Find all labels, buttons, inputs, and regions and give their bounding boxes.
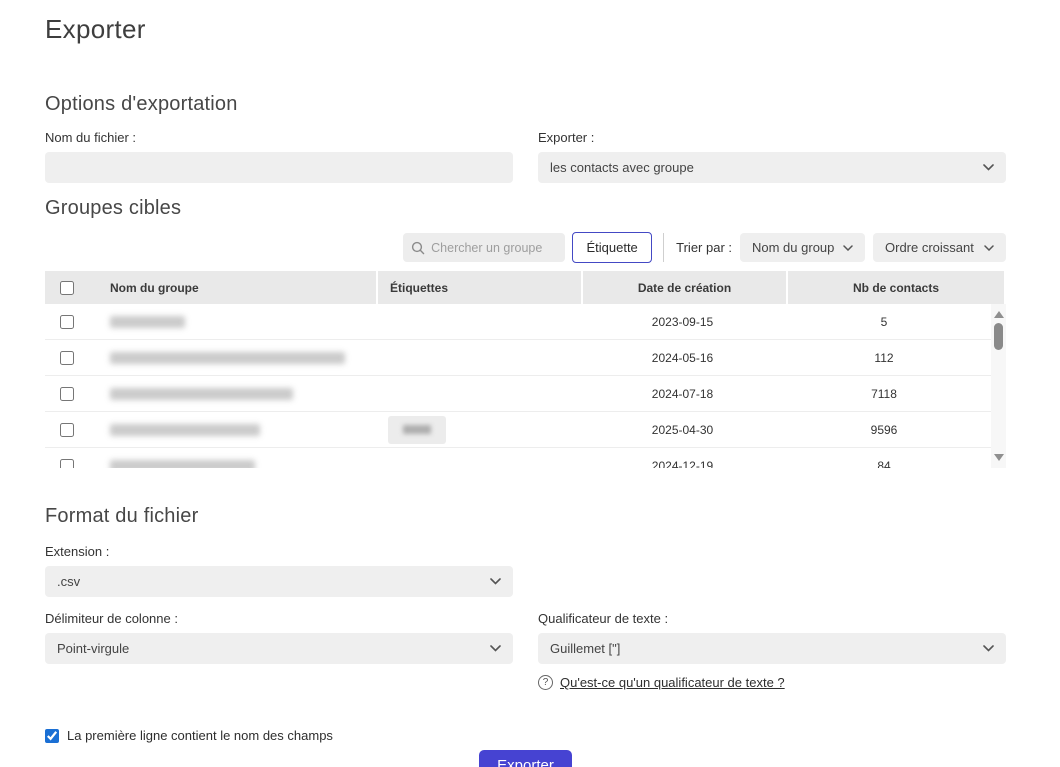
chevron-down-icon (983, 164, 994, 171)
select-all-checkbox[interactable] (60, 281, 74, 295)
chevron-down-icon (490, 645, 501, 652)
groups-toolbar: Étiquette Trier par : Nom du groupe Ordr… (45, 232, 1006, 263)
group-name-cell (45, 459, 376, 469)
row-checkbox[interactable] (60, 351, 74, 365)
extension-value: .csv (57, 574, 80, 589)
format-section-heading: Format du fichier (45, 505, 1006, 528)
group-name-redacted (110, 424, 260, 436)
contact-count-cell: 112 (784, 351, 984, 365)
groups-table: Nom du groupe Étiquettes Date de créatio… (45, 271, 1006, 468)
scrollbar-thumb[interactable] (994, 323, 1003, 350)
extension-select[interactable]: .csv (45, 566, 513, 597)
row-checkbox[interactable] (60, 423, 74, 437)
first-line-checkbox[interactable] (45, 729, 59, 743)
creation-date-cell: 2024-05-16 (581, 351, 784, 365)
options-fields-row: Nom du fichier : Exporter : les contacts… (45, 116, 1006, 183)
delimiter-value: Point-virgule (57, 641, 129, 656)
contact-count-cell: 7118 (784, 387, 984, 401)
export-target-select[interactable]: les contacts avec groupe (538, 152, 1006, 183)
scroll-down-icon[interactable] (994, 454, 1004, 461)
group-name-cell (45, 423, 376, 437)
group-name-cell (45, 387, 376, 401)
chevron-down-icon (983, 645, 994, 652)
export-target-value: les contacts avec groupe (550, 160, 694, 175)
export-button[interactable]: Exporter (479, 750, 572, 767)
group-search-box[interactable] (403, 233, 565, 262)
row-checkbox[interactable] (60, 387, 74, 401)
groups-table-header: Nom du groupe Étiquettes Date de créatio… (45, 271, 1006, 304)
qualifier-label: Qualificateur de texte : (538, 611, 1006, 626)
sort-field-select[interactable]: Nom du groupe (740, 233, 865, 262)
header-creation-date: Date de création (583, 271, 786, 304)
help-icon: ? (538, 675, 553, 690)
contact-count-cell: 5 (784, 315, 984, 329)
group-search-input[interactable] (431, 241, 557, 255)
toolbar-divider (663, 233, 664, 262)
tag-filter-button[interactable]: Étiquette (572, 232, 652, 263)
qualifier-value: Guillemet ["] (550, 641, 620, 656)
export-page: Exporter Options d'exportation Nom du fi… (0, 0, 1060, 767)
creation-date-cell: 2025-04-30 (581, 423, 784, 437)
creation-date-cell: 2023-09-15 (581, 315, 784, 329)
sort-order-select[interactable]: Ordre croissant (873, 233, 1006, 262)
table-row[interactable]: 2024-12-19 84 (45, 448, 1006, 468)
tag-chip-redacted (388, 416, 446, 444)
filename-input[interactable] (45, 152, 513, 183)
scroll-up-icon[interactable] (994, 311, 1004, 318)
group-name-redacted (110, 460, 255, 469)
group-name-redacted (110, 352, 345, 364)
table-row[interactable]: 2024-05-16 112 (45, 340, 1006, 376)
group-name-redacted (110, 388, 293, 400)
search-icon (411, 241, 425, 255)
header-contact-count: Nb de contacts (788, 271, 1004, 304)
row-checkbox[interactable] (60, 459, 74, 469)
qualifier-select[interactable]: Guillemet ["] (538, 633, 1006, 664)
table-scrollbar[interactable] (991, 304, 1006, 468)
chevron-down-icon (843, 245, 853, 251)
group-name-cell (45, 351, 376, 365)
qualifier-help-link[interactable]: Qu'est-ce qu'un qualificateur de texte ? (560, 675, 785, 690)
chevron-down-icon (490, 578, 501, 585)
options-section-heading: Options d'exportation (45, 93, 1006, 116)
header-group-name: Nom du groupe (110, 281, 199, 295)
sort-field-value: Nom du groupe (752, 240, 835, 255)
header-tags: Étiquettes (378, 271, 581, 304)
first-line-checkbox-label: La première ligne contient le nom des ch… (67, 728, 333, 743)
table-row[interactable]: 2023-09-15 5 (45, 304, 1006, 340)
filename-label: Nom du fichier : (45, 130, 513, 145)
group-name-cell (45, 315, 376, 329)
sort-by-label: Trier par : (676, 240, 732, 255)
group-name-redacted (110, 316, 185, 328)
chevron-down-icon (984, 245, 994, 251)
delimiter-label: Délimiteur de colonne : (45, 611, 513, 626)
table-row[interactable]: 2025-04-30 9596 (45, 412, 1006, 448)
page-title: Exporter (45, 0, 1006, 45)
delimiter-select[interactable]: Point-virgule (45, 633, 513, 664)
groups-section-heading: Groupes cibles (45, 197, 1006, 220)
creation-date-cell: 2024-07-18 (581, 387, 784, 401)
contact-count-cell: 9596 (784, 423, 984, 437)
contact-count-cell: 84 (784, 459, 984, 469)
tags-cell (376, 416, 581, 444)
table-row[interactable]: 2024-07-18 7118 (45, 376, 1006, 412)
extension-label: Extension : (45, 544, 1006, 559)
creation-date-cell: 2024-12-19 (581, 459, 784, 469)
export-target-label: Exporter : (538, 130, 1006, 145)
row-checkbox[interactable] (60, 315, 74, 329)
group-table-body: 2023-09-15 5 2024-05-16 112 2024-07-18 7… (45, 304, 1006, 468)
sort-order-value: Ordre croissant (885, 240, 974, 255)
